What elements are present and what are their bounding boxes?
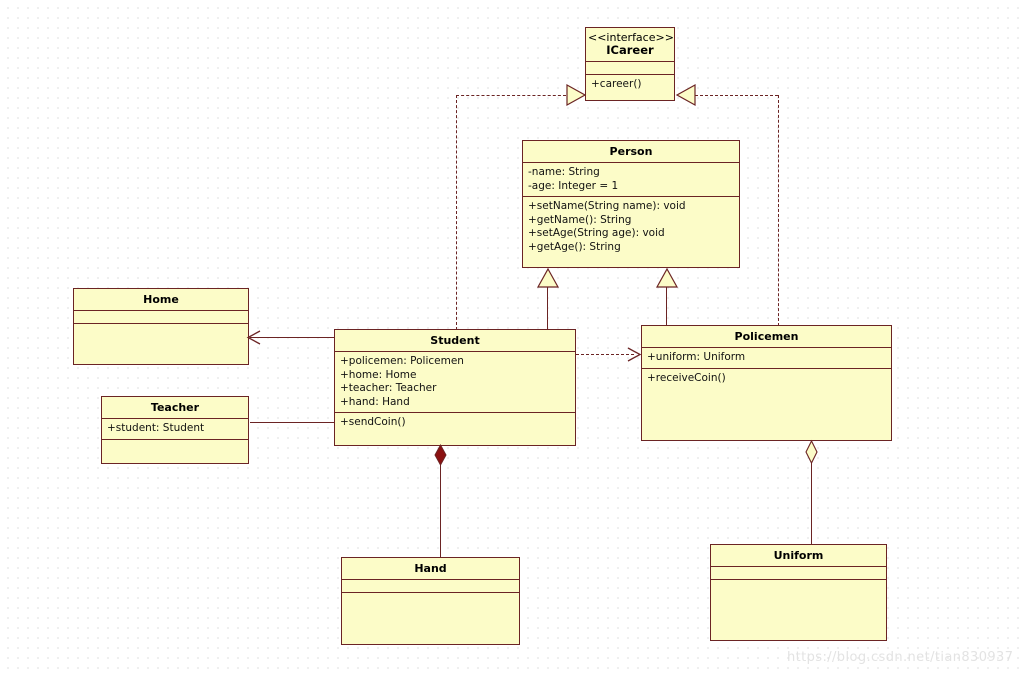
class-box-teacher[interactable]: Teacher +student: Student — [101, 396, 249, 464]
class-title-policemen: Policemen — [642, 326, 891, 348]
class-box-uniform[interactable]: Uniform — [710, 544, 887, 641]
class-name-icareer: ICareer — [606, 43, 654, 57]
generalization-policemen-person-line — [666, 286, 667, 326]
class-box-home[interactable]: Home — [73, 288, 249, 365]
class-attributes-policemen: +uniform: Uniform — [642, 348, 891, 369]
realization-student-icareer-horizontal — [456, 95, 566, 96]
class-operations-home — [74, 324, 248, 364]
realization-policemen-icareer-horizontal — [695, 95, 778, 96]
class-operations-uniform — [711, 580, 886, 640]
class-title-uniform: Uniform — [711, 545, 886, 567]
class-box-person[interactable]: Person -name: String -age: Integer = 1 +… — [522, 140, 740, 268]
class-attributes-icareer — [586, 62, 674, 75]
class-box-policemen[interactable]: Policemen +uniform: Uniform +receiveCoin… — [641, 325, 892, 441]
class-box-hand[interactable]: Hand — [341, 557, 520, 645]
class-title-icareer: <<interface>> ICareer — [586, 28, 674, 62]
class-box-icareer[interactable]: <<interface>> ICareer +career() — [585, 27, 675, 101]
open-arrow-home — [246, 329, 262, 346]
class-operations-icareer: +career() — [591, 78, 642, 90]
hollow-triangle-person-from-policemen — [655, 267, 679, 288]
composition-student-hand-line — [440, 459, 441, 558]
realization-policemen-icareer-vertical — [778, 95, 779, 326]
class-operations-person: +setName(String name): void +getName(): … — [528, 200, 686, 253]
class-attributes-student: +policemen: Policemen +home: Home +teach… — [335, 352, 575, 413]
class-box-student[interactable]: Student +policemen: Policemen +home: Hom… — [334, 329, 576, 446]
class-title-person: Person — [523, 141, 739, 163]
hollow-triangle-person-from-student — [536, 267, 560, 288]
hollow-diamond-policemen — [805, 439, 818, 465]
watermark-text: https://blog.csdn.net/tian830937 — [787, 650, 1014, 665]
class-title-teacher: Teacher — [102, 397, 248, 419]
class-title-hand: Hand — [342, 558, 519, 580]
class-attributes-hand — [342, 580, 519, 593]
class-attributes-person: -name: String -age: Integer = 1 — [523, 163, 739, 197]
class-attributes-home — [74, 311, 248, 324]
class-operations-hand — [342, 593, 519, 644]
hollow-triangle-icareer-left — [566, 83, 587, 107]
class-title-home: Home — [74, 289, 248, 311]
realization-student-icareer-vertical — [456, 95, 457, 330]
class-operations-student: +sendCoin() — [340, 416, 406, 428]
class-attributes-teacher: +student: Student — [102, 419, 248, 440]
association-student-home-line — [250, 337, 335, 338]
class-attributes-uniform — [711, 567, 886, 580]
class-operations-policemen: +receiveCoin() — [647, 371, 726, 384]
class-title-student: Student — [335, 330, 575, 352]
association-teacher-student-line — [250, 422, 335, 423]
open-arrow-policemen — [626, 346, 642, 363]
aggregation-policemen-uniform-line — [811, 458, 812, 545]
generalization-student-person-line — [547, 286, 548, 330]
class-operations-teacher — [102, 440, 248, 464]
filled-diamond-student — [434, 443, 447, 467]
uml-diagram-canvas: <<interface>> ICareer +career() Person -… — [0, 0, 1019, 677]
hollow-triangle-icareer-right — [675, 83, 696, 107]
